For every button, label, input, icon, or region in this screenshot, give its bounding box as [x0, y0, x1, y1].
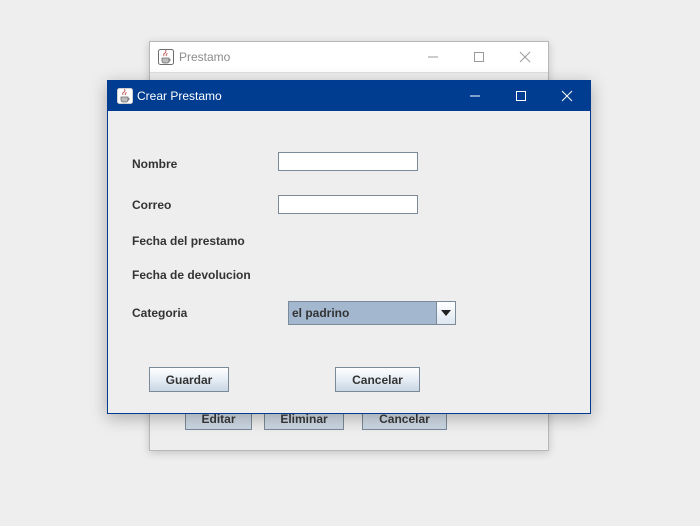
minimize-icon: [428, 56, 438, 58]
maximize-button[interactable]: [498, 81, 544, 111]
close-button[interactable]: [502, 42, 548, 72]
minimize-icon: [470, 95, 480, 97]
maximize-icon: [516, 91, 526, 101]
maximize-icon: [474, 52, 484, 62]
minimize-button[interactable]: [452, 81, 498, 111]
close-icon: [519, 51, 531, 63]
cancel-button[interactable]: Cancelar: [335, 367, 420, 392]
prestamo-window-title: Prestamo: [179, 50, 231, 64]
java-cup-icon: [158, 49, 174, 70]
save-button[interactable]: Guardar: [149, 367, 229, 392]
java-cup-icon: [117, 88, 133, 109]
category-dropdown[interactable]: el padrino: [288, 301, 456, 325]
loan-date-label: Fecha del prestamo: [132, 234, 245, 248]
return-date-label: Fecha de devolucion: [132, 268, 251, 282]
category-selected-value: el padrino: [289, 302, 436, 324]
close-icon: [561, 90, 573, 102]
crear-prestamo-dialog: Crear Prestamo Nombre Correo Fecha del p…: [107, 80, 591, 414]
minimize-button[interactable]: [410, 42, 456, 72]
category-label: Categoria: [132, 306, 188, 320]
name-label: Nombre: [132, 157, 178, 171]
crear-prestamo-titlebar[interactable]: Crear Prestamo: [108, 81, 590, 111]
email-field[interactable]: [278, 195, 418, 214]
prestamo-titlebar[interactable]: Prestamo: [150, 42, 548, 73]
dialog-window-controls: [452, 81, 590, 111]
prestamo-window-controls: [410, 42, 548, 72]
email-label: Correo: [132, 198, 172, 212]
maximize-button[interactable]: [456, 42, 502, 72]
desktop: Prestamo Editar Eliminar Cancelar Crear …: [0, 0, 700, 526]
close-button[interactable]: [544, 81, 590, 111]
name-field[interactable]: [278, 152, 418, 171]
dropdown-arrow-button[interactable]: [436, 302, 455, 324]
triangle-down-icon: [441, 310, 451, 316]
dialog-title: Crear Prestamo: [137, 89, 222, 103]
